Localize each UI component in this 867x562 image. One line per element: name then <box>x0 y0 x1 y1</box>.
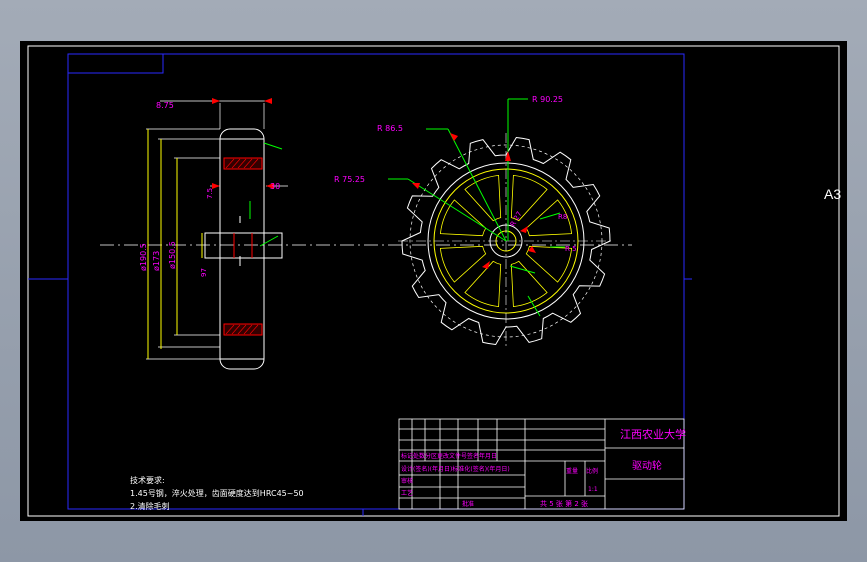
tech-title: 技术要求: <box>130 476 165 485</box>
weight-label: 重量 <box>566 467 578 475</box>
side-dimension-lines <box>146 100 288 360</box>
hub <box>204 232 283 259</box>
part-name: 驱动轮 <box>632 459 662 472</box>
cad-drawing: 8.75 30 7.5 ø190.5 ø173 ø150.5 97 R 90.2… <box>27 45 840 517</box>
hatch-lines <box>225 158 259 335</box>
approve-label: 批准 <box>462 500 474 508</box>
dim-d2: 30 <box>270 182 280 191</box>
review-label: 审核 <box>401 477 413 485</box>
dim-r2: R 86.5 <box>377 124 403 133</box>
dim-d1: 8.75 <box>156 101 174 110</box>
dim-r3: R 75.25 <box>334 175 365 184</box>
tech-item-2: 2.清除毛刺 <box>130 502 170 511</box>
technical-requirements: 技术要求: 1.45号钢，淬火处理，齿面硬度达到HRC45~50 2.清除毛刺 <box>130 474 304 513</box>
outer-frame <box>27 45 840 517</box>
row-design: 设计(签名)(年月日)标准化(签名)(年月日) <box>401 465 510 473</box>
dim-d5: ø173 <box>152 251 161 271</box>
scale-label: 比例 <box>586 467 598 475</box>
dim-r4: R8 <box>558 213 567 221</box>
dim-d4: ø190.5 <box>139 243 148 271</box>
process-label: 工艺 <box>401 489 413 497</box>
dim-d6: ø150.5 <box>168 241 177 269</box>
dim-r5: R 5 <box>565 245 577 253</box>
front-arrows <box>412 133 536 269</box>
school-name: 江西农业大学 <box>620 427 686 441</box>
tech-item-1: 1.45号钢，淬火处理，齿面硬度达到HRC45~50 <box>130 489 304 498</box>
sheet-size-label: A3 <box>824 186 842 202</box>
row-mark: 标记处数分区更改文件号签名年月日 <box>401 452 497 460</box>
dim-r6: R 27 <box>509 210 524 228</box>
dim-d7: 97 <box>200 268 208 277</box>
scale-value: 1:1 <box>588 486 598 493</box>
inner-border <box>67 53 685 510</box>
sheet-count: 共 5 张 第 2 张 <box>540 499 588 508</box>
dim-r1: R 90.25 <box>532 95 563 104</box>
drawing-sheet: 8.75 30 7.5 ø190.5 ø173 ø150.5 97 R 90.2… <box>20 41 847 521</box>
corner-box <box>67 53 164 74</box>
dim-d3: 7.5 <box>206 188 214 199</box>
side-view <box>204 128 283 370</box>
